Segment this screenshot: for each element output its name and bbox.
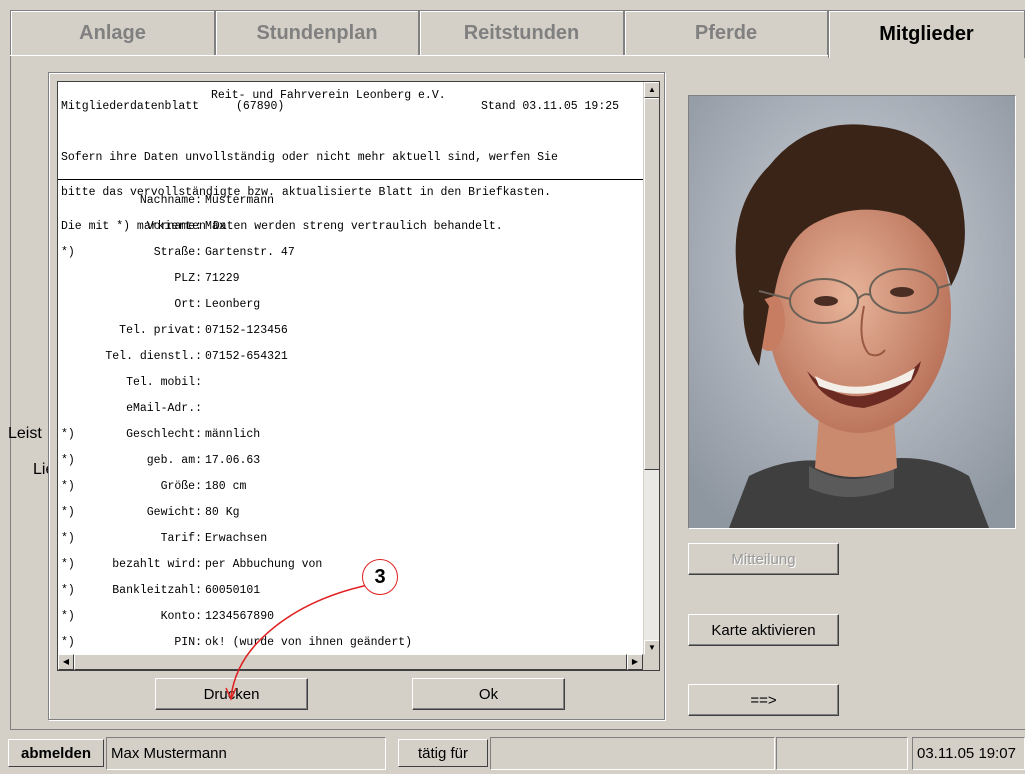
status-panel	[490, 737, 775, 770]
button-label: tätig für	[417, 744, 469, 762]
status-bar: abmelden Max Mustermann tätig für 03.11.…	[0, 734, 1025, 774]
button-label: abmelden	[20, 744, 92, 762]
user-name-panel: Max Mustermann	[106, 737, 386, 770]
annotation-arrow	[225, 584, 369, 701]
status-panel	[776, 737, 908, 770]
annotation-callout: 3	[362, 559, 398, 595]
logout-button[interactable]: abmelden	[8, 739, 104, 767]
active-for-button[interactable]: tätig für	[398, 739, 488, 767]
datetime-panel: 03.11.05 19:07	[912, 737, 1025, 770]
